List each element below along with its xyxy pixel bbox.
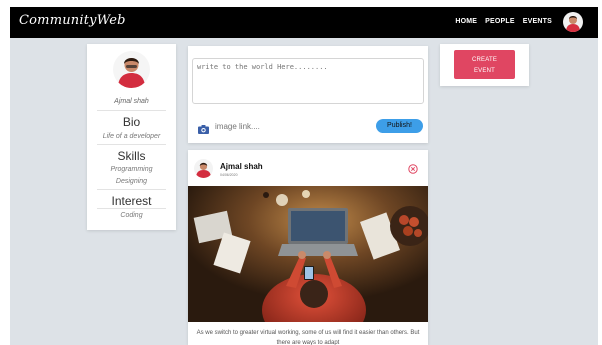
- post-author-name[interactable]: Ajmal shah: [220, 162, 263, 171]
- profile-avatar: [113, 51, 150, 88]
- skill-item: Programming: [110, 166, 153, 173]
- bio-text: Life of a developer: [102, 133, 161, 140]
- brand-logo[interactable]: CommunityWeb: [19, 13, 126, 28]
- nav-links: HOME PEOPLE EVENTS: [455, 18, 552, 25]
- divider: [97, 189, 166, 190]
- create-event-label-line1: CREATE: [471, 57, 498, 63]
- post-author-avatar[interactable]: [194, 159, 213, 178]
- bio-title: Bio: [122, 115, 141, 129]
- navbar: CommunityWeb HOME PEOPLE EVENTS: [10, 7, 598, 38]
- create-event-button[interactable]: CREATE EVENT: [454, 50, 515, 79]
- post-text-input[interactable]: [192, 58, 424, 104]
- app-window: CommunityWeb HOME PEOPLE EVENTS Ajmal sh…: [10, 7, 598, 345]
- post-composer: Publish!: [188, 46, 428, 143]
- nav-events-link[interactable]: EVENTS: [523, 18, 552, 25]
- event-card: CREATE EVENT: [440, 44, 529, 86]
- interest-item: Coding: [120, 212, 143, 219]
- post-caption: As we switch to greater virtual working,…: [196, 330, 420, 345]
- user-avatar[interactable]: [563, 12, 583, 32]
- post-card: Ajmal shah 04/06/2020 As we switch to gr…: [188, 150, 428, 345]
- skills-title: Skills: [117, 149, 146, 163]
- interest-title: Interest: [111, 194, 152, 208]
- camera-icon[interactable]: [198, 121, 209, 134]
- divider: [97, 208, 166, 209]
- post-image: [188, 186, 428, 345]
- publish-button[interactable]: Publish!: [376, 119, 423, 133]
- nav-home-link[interactable]: HOME: [455, 18, 477, 25]
- profile-name: Ajmal shah: [114, 98, 149, 105]
- skill-item: Designing: [115, 178, 148, 185]
- divider: [97, 144, 166, 145]
- post-date: 04/06/2020: [220, 173, 238, 177]
- profile-card: Ajmal shah Bio Life of a developer Skill…: [87, 44, 176, 230]
- nav-people-link[interactable]: PEOPLE: [485, 18, 515, 25]
- divider: [97, 110, 166, 111]
- close-circle-icon[interactable]: [408, 161, 418, 174]
- image-link-input[interactable]: [215, 119, 325, 133]
- create-event-label-line2: EVENT: [473, 68, 495, 74]
